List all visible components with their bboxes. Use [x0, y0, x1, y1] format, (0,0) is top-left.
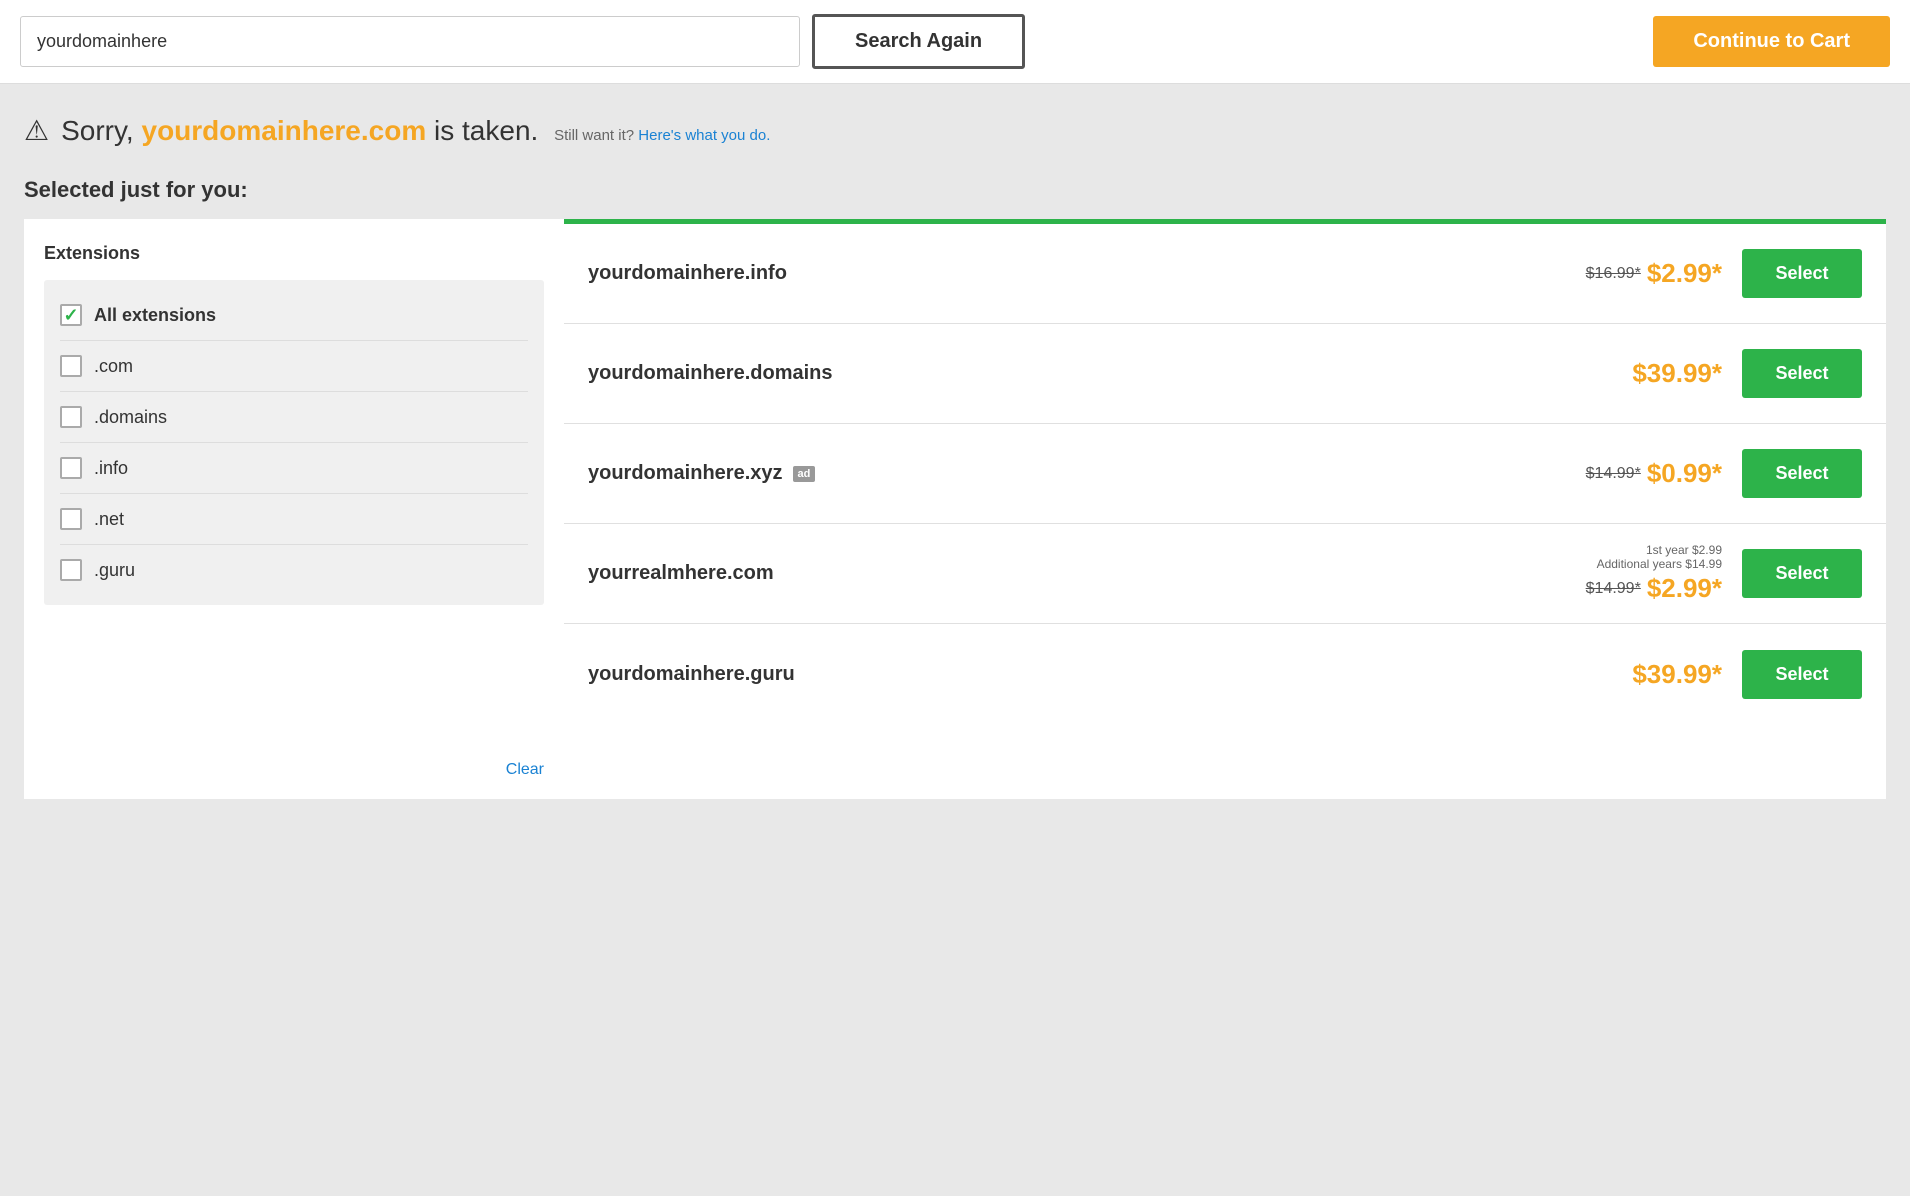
- info-icon: ⚠: [24, 114, 49, 147]
- ext-label-all: All extensions: [94, 305, 216, 326]
- ext-label-domains: .domains: [94, 407, 167, 428]
- search-input[interactable]: [20, 16, 800, 67]
- pricing-row: $14.99* $2.99*: [1586, 573, 1722, 604]
- domain-name-col: yourdomainhere.domains: [588, 362, 1632, 385]
- domain-name: yourdomainhere.info: [588, 262, 787, 285]
- search-input-wrapper: [20, 16, 800, 67]
- pricing-col: $39.99*: [1632, 659, 1722, 690]
- domain-row: yourdomainhere.xyz ad $14.99* $0.99* Sel…: [564, 424, 1886, 524]
- domain-name: yourdomainhere.domains: [588, 362, 833, 385]
- ext-label-net: .net: [94, 509, 124, 530]
- domain-row: yourdomainhere.guru $39.99* Select: [564, 624, 1886, 724]
- domain-row: yourdomainhere.domains $39.99* Select: [564, 324, 1886, 424]
- pricing-row: $39.99*: [1632, 659, 1722, 690]
- domain-name-col: yourrealmhere.com: [588, 562, 1586, 585]
- select-button[interactable]: Select: [1742, 349, 1862, 398]
- taken-message-text: Sorry, yourdomainhere.com is taken. Stil…: [61, 115, 770, 147]
- checkbox-info[interactable]: [60, 457, 82, 479]
- extensions-title: Extensions: [44, 243, 544, 264]
- selected-section-title: Selected just for you:: [24, 177, 1886, 203]
- select-button[interactable]: Select: [1742, 650, 1862, 699]
- ext-item-domains[interactable]: .domains: [60, 392, 528, 443]
- domain-name: yourdomainhere.guru: [588, 663, 795, 686]
- ext-item-guru[interactable]: .guru: [60, 545, 528, 595]
- original-price: $16.99*: [1586, 265, 1641, 283]
- pricing-col: $16.99* $2.99*: [1586, 258, 1722, 289]
- pricing-col: $14.99* $0.99*: [1586, 458, 1722, 489]
- checkbox-net[interactable]: [60, 508, 82, 530]
- sale-price: $39.99*: [1632, 358, 1722, 389]
- taken-message: ⚠ Sorry, yourdomainhere.com is taken. St…: [24, 114, 1886, 147]
- checkbox-com[interactable]: [60, 355, 82, 377]
- extensions-list: ✓ All extensions .com .domains .info: [44, 280, 544, 605]
- domain-name-col: yourdomainhere.guru: [588, 663, 1632, 686]
- taken-domain-name: yourdomainhere.com: [142, 115, 427, 146]
- pricing-row: $39.99*: [1632, 358, 1722, 389]
- domain-name: yourrealmhere.com: [588, 562, 774, 585]
- checkbox-domains[interactable]: [60, 406, 82, 428]
- ext-item-com[interactable]: .com: [60, 341, 528, 392]
- domain-name-col: yourdomainhere.info: [588, 262, 1586, 285]
- checkbox-guru[interactable]: [60, 559, 82, 581]
- pricing-col: 1st year $2.99Additional years $14.99 $1…: [1586, 543, 1722, 604]
- pricing-col: $39.99*: [1632, 358, 1722, 389]
- original-price: $14.99*: [1586, 465, 1641, 483]
- domain-row: yourdomainhere.info $16.99* $2.99* Selec…: [564, 224, 1886, 324]
- ext-label-com: .com: [94, 356, 133, 377]
- results-panel: yourdomainhere.info $16.99* $2.99* Selec…: [564, 219, 1886, 799]
- price-note: 1st year $2.99Additional years $14.99: [1597, 543, 1722, 571]
- ext-item-all[interactable]: ✓ All extensions: [60, 290, 528, 341]
- heres-what-link[interactable]: Here's what you do.: [638, 127, 770, 144]
- sale-price: $39.99*: [1632, 659, 1722, 690]
- original-price: $14.99*: [1586, 580, 1641, 598]
- domain-name: yourdomainhere.xyz: [588, 462, 783, 485]
- extensions-panel: Extensions ✓ All extensions .com .domain…: [24, 219, 564, 799]
- is-taken-suffix: is taken.: [434, 115, 538, 146]
- checkbox-all[interactable]: ✓: [60, 304, 82, 326]
- ad-badge: ad: [793, 466, 816, 482]
- ext-label-guru: .guru: [94, 560, 135, 581]
- sorry-prefix: Sorry,: [61, 115, 134, 146]
- pricing-row: $14.99* $0.99*: [1586, 458, 1722, 489]
- main-content: ⚠ Sorry, yourdomainhere.com is taken. St…: [0, 84, 1910, 829]
- top-bar: Search Again Continue to Cart: [0, 0, 1910, 84]
- sale-price: $0.99*: [1647, 458, 1722, 489]
- ext-label-info: .info: [94, 458, 128, 479]
- continue-to-cart-button[interactable]: Continue to Cart: [1653, 16, 1890, 67]
- checkmark-icon: ✓: [63, 305, 78, 326]
- domain-row: yourrealmhere.com 1st year $2.99Addition…: [564, 524, 1886, 624]
- two-col-layout: Extensions ✓ All extensions .com .domain…: [24, 219, 1886, 799]
- ext-item-net[interactable]: .net: [60, 494, 528, 545]
- pricing-row: $16.99* $2.99*: [1586, 258, 1722, 289]
- still-want-text: Still want it?: [554, 127, 638, 144]
- select-button[interactable]: Select: [1742, 449, 1862, 498]
- select-button[interactable]: Select: [1742, 549, 1862, 598]
- ext-item-info[interactable]: .info: [60, 443, 528, 494]
- domain-name-col: yourdomainhere.xyz ad: [588, 462, 1586, 485]
- sale-price: $2.99*: [1647, 573, 1722, 604]
- sale-price: $2.99*: [1647, 258, 1722, 289]
- select-button[interactable]: Select: [1742, 249, 1862, 298]
- clear-link[interactable]: Clear: [506, 761, 544, 779]
- search-again-button[interactable]: Search Again: [812, 14, 1025, 69]
